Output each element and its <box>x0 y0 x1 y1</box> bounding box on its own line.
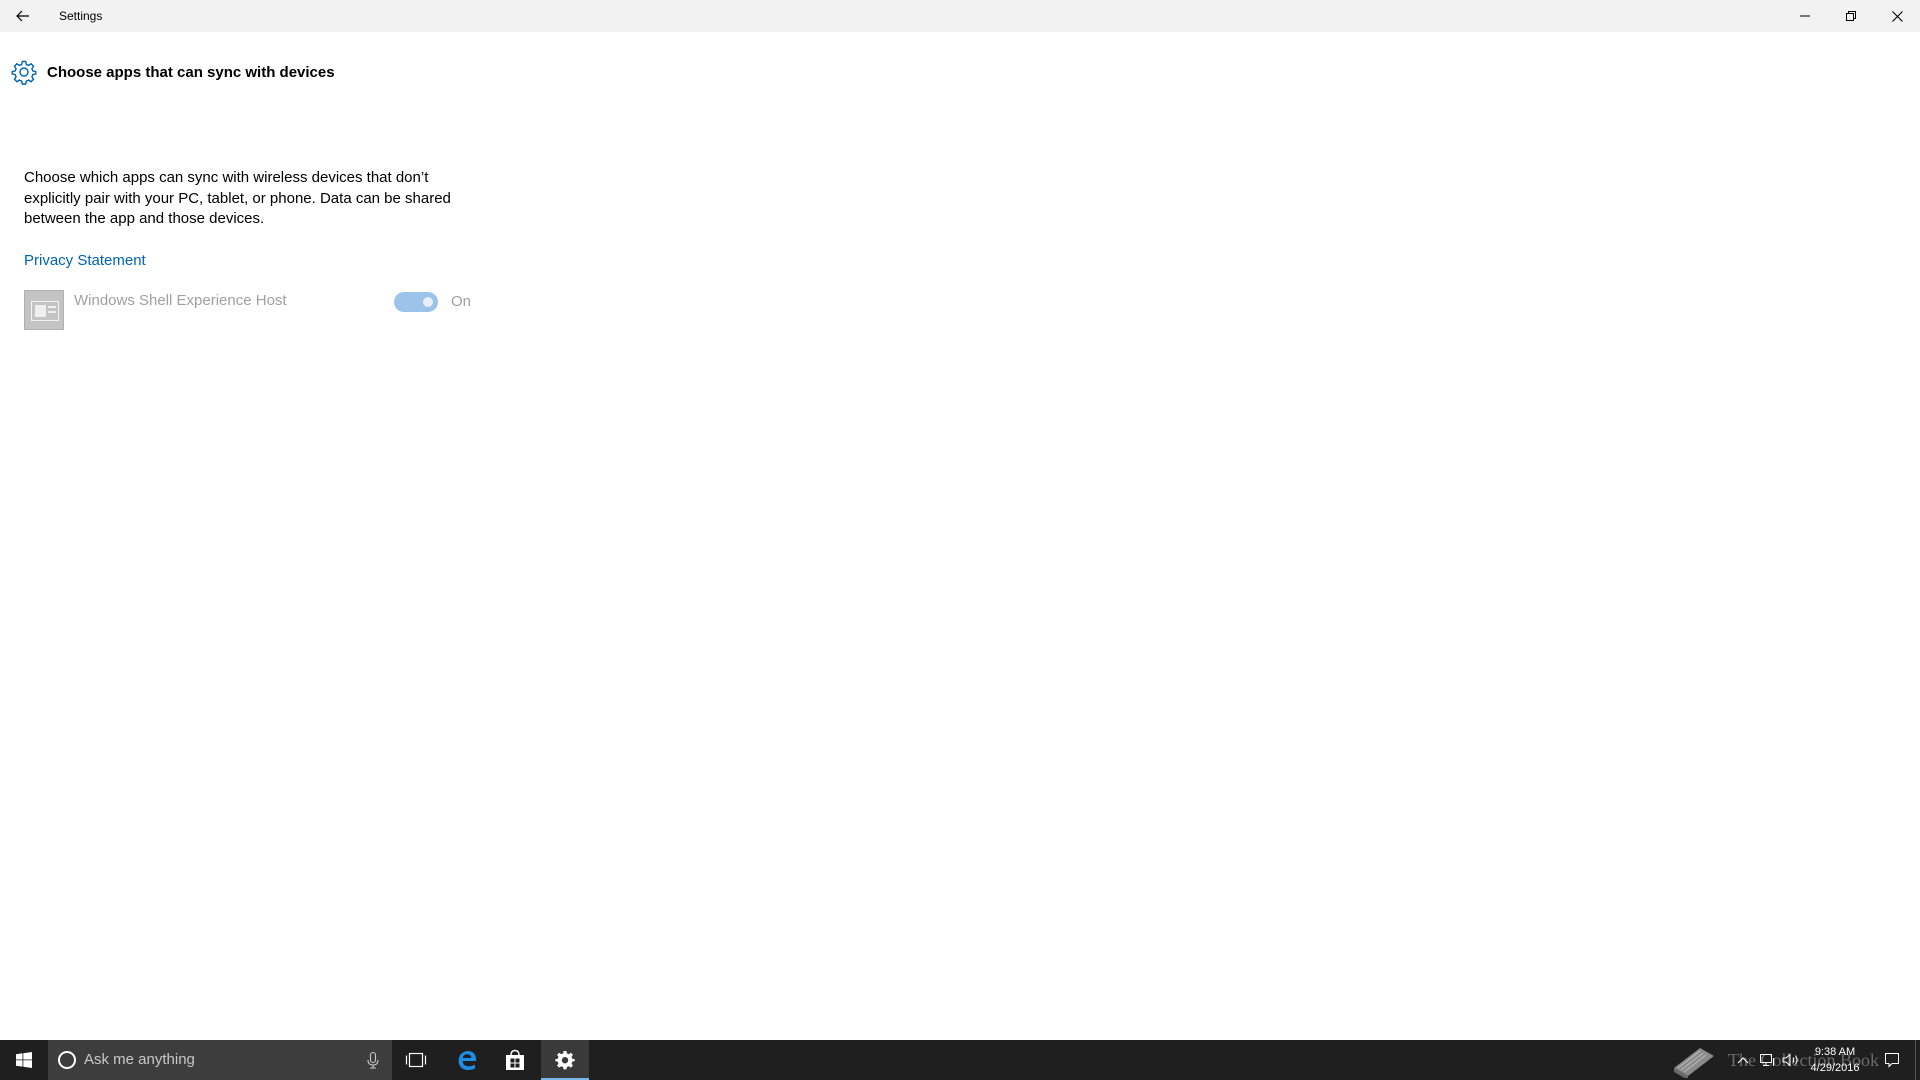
restore-icon <box>1846 11 1856 21</box>
volume-icon <box>1782 1053 1798 1067</box>
show-hidden-icons-button[interactable] <box>1734 1040 1752 1080</box>
toggle-knob <box>423 297 433 307</box>
cortana-circle-icon <box>58 1051 76 1069</box>
app-tile-icon <box>24 290 64 330</box>
settings-taskbar-button[interactable] <box>541 1040 589 1080</box>
edge-icon <box>458 1050 476 1070</box>
clock[interactable]: 9:38 AM 4/29/2016 <box>1800 1044 1870 1076</box>
show-desktop-button[interactable] <box>1915 1040 1920 1080</box>
task-view-icon <box>405 1052 427 1068</box>
toggle-state-label: On <box>451 293 472 310</box>
store-taskbar-button[interactable] <box>491 1040 539 1080</box>
app-list-item: Windows Shell Experience Host On <box>24 290 484 332</box>
close-icon <box>1891 10 1903 22</box>
book-icon <box>1668 1040 1720 1080</box>
page-title: Choose apps that can sync with devices <box>47 63 335 81</box>
taskbar: Ask me anything The Collection Book 9:38… <box>0 1040 1920 1080</box>
search-placeholder: Ask me anything <box>84 1051 195 1068</box>
clock-time: 9:38 AM <box>1814 1046 1856 1058</box>
privacy-statement-link[interactable]: Privacy Statement <box>24 252 146 269</box>
page-header: Choose apps that can sync with devices <box>10 58 335 86</box>
search-box[interactable]: Ask me anything <box>48 1040 392 1080</box>
notification-icon <box>1885 1053 1899 1068</box>
microphone-icon[interactable] <box>364 1051 382 1069</box>
title-bar: Settings <box>0 0 1920 32</box>
app-name: Windows Shell Experience Host <box>74 292 287 309</box>
window-title: Settings <box>59 9 103 23</box>
task-view-button[interactable] <box>392 1040 440 1080</box>
gear-icon <box>555 1051 575 1070</box>
clock-date: 4/29/2016 <box>1810 1062 1860 1074</box>
back-button[interactable] <box>0 0 46 32</box>
action-center-button[interactable] <box>1878 1040 1906 1080</box>
chevron-up-icon <box>1737 1057 1749 1064</box>
page-description: Choose which apps can sync with wireless… <box>24 169 451 227</box>
minimize-icon <box>1800 15 1810 17</box>
start-button[interactable] <box>0 1040 48 1080</box>
minimize-button[interactable] <box>1782 0 1828 32</box>
store-icon <box>506 1049 524 1070</box>
gear-icon <box>10 58 38 86</box>
app-sync-toggle[interactable] <box>394 292 438 312</box>
network-button[interactable] <box>1756 1040 1778 1080</box>
close-button[interactable] <box>1874 0 1920 32</box>
back-arrow-icon <box>16 10 29 22</box>
restore-button[interactable] <box>1828 0 1874 32</box>
windows-logo-icon <box>16 1052 32 1068</box>
network-icon <box>1760 1054 1774 1066</box>
edge-taskbar-button[interactable] <box>443 1040 491 1080</box>
